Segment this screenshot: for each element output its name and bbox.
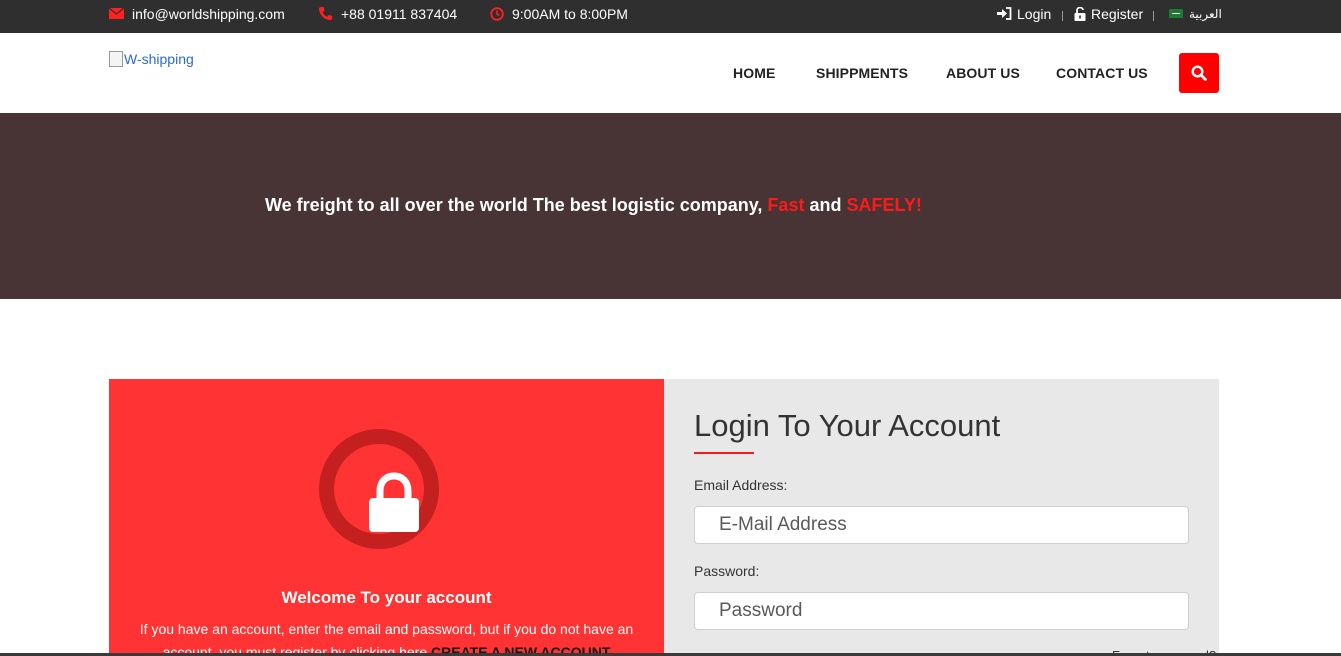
logo-alt-text: W-shipping (124, 51, 194, 67)
password-label: Password: (694, 563, 760, 579)
topbar-divider (1062, 11, 1063, 21)
hero-banner: We freight to all over the world The bes… (0, 113, 1341, 299)
lock-badge (319, 429, 439, 549)
site-logo[interactable]: W-shipping (109, 51, 194, 67)
search-button[interactable] (1179, 53, 1219, 93)
hours-text: 9:00AM to 8:00PM (512, 5, 628, 22)
phone-text: +88 01911 837404 (341, 5, 458, 22)
nav-shipments[interactable]: SHIPPMENTS (816, 33, 908, 113)
hero-text-fast: Fast (767, 195, 805, 215)
language-text: العربية (1189, 6, 1222, 21)
hero-text-and: and (809, 195, 842, 215)
language-switch[interactable]: العربية (1169, 0, 1222, 27)
nav-home[interactable]: HOME (733, 33, 775, 113)
sign-in-icon (997, 7, 1012, 20)
saudi-flag-icon (1169, 9, 1183, 18)
welcome-description: If you have an account, enter the email … (139, 618, 634, 656)
welcome-panel: Welcome To your account If you have an a… (109, 379, 664, 656)
email-input[interactable] (694, 506, 1189, 544)
phone-icon (318, 6, 333, 21)
register-link[interactable]: Register (1074, 0, 1143, 27)
login-text: Login (1017, 5, 1052, 22)
login-panel: Login To Your Account Email Address: Pas… (664, 379, 1219, 656)
main-navbar: W-shipping HOME SHIPPMENTS ABOUT US CONT… (0, 33, 1341, 113)
email-label: Email Address: (694, 477, 788, 493)
register-text: Register (1091, 5, 1144, 22)
search-icon (1191, 65, 1207, 81)
unlock-icon (1074, 6, 1086, 21)
lock-icon (369, 472, 419, 532)
title-underline (694, 452, 754, 454)
nav-about-us[interactable]: ABOUT US (946, 33, 1020, 113)
hero-text-safely: SAFELY! (846, 195, 922, 215)
topbar-divider (1153, 11, 1154, 21)
lock-badge-inner (334, 444, 424, 534)
envelope-icon (109, 8, 124, 19)
contact-email[interactable]: info@worldshipping.com (109, 0, 285, 27)
top-bar: info@worldshipping.com +88 01911 837404 … (0, 0, 1341, 33)
clock-icon (490, 6, 504, 21)
nav-contact-us[interactable]: CONTACT US (1056, 33, 1148, 113)
password-input[interactable] (694, 592, 1189, 630)
contact-phone[interactable]: +88 01911 837404 (318, 0, 457, 27)
login-title: Login To Your Account (694, 408, 1001, 443)
welcome-title: Welcome To your account (281, 588, 492, 607)
hero-tagline: We freight to all over the world The bes… (265, 195, 922, 216)
broken-image-icon (109, 51, 123, 67)
email-text: info@worldshipping.com (132, 5, 285, 22)
opening-hours: 9:00AM to 8:00PM (490, 0, 628, 27)
hero-text-main: We freight to all over the world The bes… (265, 195, 763, 215)
login-link[interactable]: Login (997, 0, 1051, 27)
